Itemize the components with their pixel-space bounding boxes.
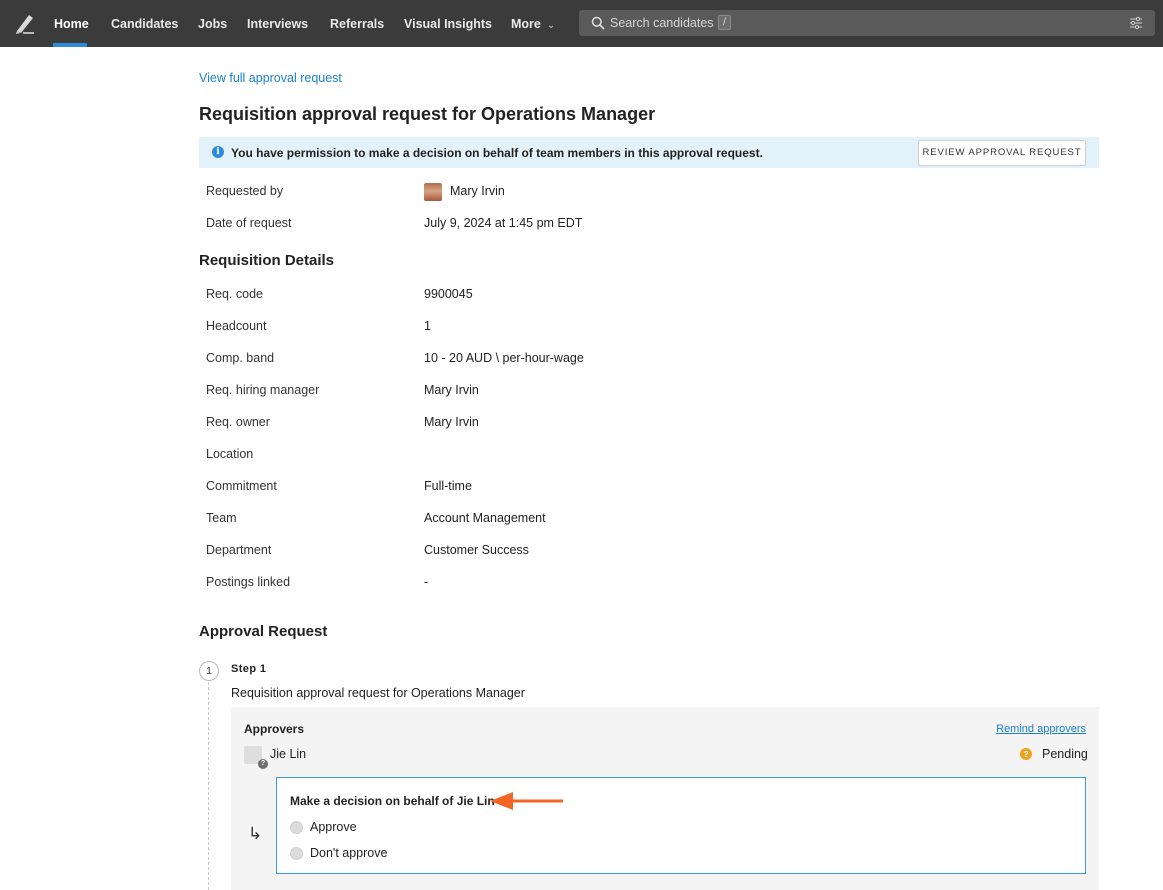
status-badge: Pending	[1042, 747, 1088, 761]
detail-value: 1	[424, 319, 431, 333]
requested-by-value: Mary Irvin	[450, 184, 505, 198]
banner-text: You have permission to make a decision o…	[231, 146, 763, 160]
detail-label: Headcount	[206, 319, 267, 333]
help-badge-icon: ?	[258, 759, 268, 769]
dont-approve-label: Don't approve	[310, 846, 388, 860]
detail-label: Team	[206, 511, 237, 525]
detail-value: 9900045	[424, 287, 473, 301]
annotation-arrow-icon	[490, 792, 563, 810]
search-shortcut-key: /	[718, 15, 731, 30]
detail-label: Department	[206, 543, 272, 557]
detail-label: Req. hiring manager	[206, 383, 320, 397]
requisition-details-heading: Requisition Details	[199, 252, 335, 269]
detail-label: Location	[206, 447, 254, 461]
detail-value: Mary Irvin	[424, 415, 479, 429]
detail-label: Commitment	[206, 479, 277, 493]
detail-value: Customer Success	[424, 543, 529, 557]
date-of-request-label: Date of request	[206, 216, 292, 230]
approvers-panel: Approvers Remind approvers ? Jie Lin ? P…	[231, 707, 1099, 890]
search-icon	[591, 16, 605, 30]
permission-info-banner: i You have permission to make a decision…	[199, 137, 1099, 168]
detail-value: Mary Irvin	[424, 383, 479, 397]
detail-label: Postings linked	[206, 575, 291, 589]
view-full-approval-link[interactable]: View full approval request	[199, 71, 342, 85]
radio-circle[interactable]	[290, 821, 303, 834]
pen-logo-icon[interactable]	[14, 11, 36, 35]
nav-visual-insights[interactable]: Visual Insights	[404, 0, 492, 47]
decision-box: Make a decision on behalf of Jie Lin App…	[276, 777, 1086, 874]
info-icon: i	[212, 146, 224, 158]
remind-approvers-link[interactable]: Remind approvers	[996, 723, 1086, 735]
approvers-heading: Approvers	[244, 722, 305, 736]
detail-label: Req. code	[206, 287, 263, 301]
nav-jobs[interactable]: Jobs	[198, 0, 227, 47]
review-approval-request-button[interactable]: REVIEW APPROVAL REQUEST	[918, 140, 1086, 166]
radio-circle[interactable]	[290, 847, 303, 860]
approver-name: Jie Lin	[270, 747, 307, 761]
nav-more[interactable]: More ⌄	[511, 0, 555, 47]
nav-active-indicator	[53, 43, 87, 47]
detail-value: Account Management	[424, 511, 546, 525]
nav-more-label: More	[511, 17, 541, 31]
detail-value: -	[424, 575, 429, 589]
requested-by-label: Requested by	[206, 184, 284, 198]
search-bar[interactable]: /	[579, 10, 1155, 36]
detail-label: Req. owner	[206, 415, 270, 429]
approve-label: Approve	[310, 820, 357, 834]
step-number-badge: 1	[199, 661, 219, 681]
nav-interviews[interactable]: Interviews	[247, 0, 308, 47]
nav-home[interactable]: Home	[54, 0, 89, 47]
date-of-request-value: July 9, 2024 at 1:45 pm EDT	[424, 216, 583, 230]
chevron-down-icon: ⌄	[546, 20, 556, 31]
step-description: Requisition approval request for Operati…	[231, 686, 525, 700]
top-navigation-bar: Home Candidates Jobs Interviews Referral…	[0, 0, 1163, 47]
nav-candidates[interactable]: Candidates	[111, 0, 178, 47]
approval-request-heading: Approval Request	[199, 623, 328, 640]
step-timeline-line	[208, 682, 209, 890]
return-arrow-icon: ↳	[248, 824, 263, 843]
nav-referrals[interactable]: Referrals	[330, 0, 384, 47]
detail-value: 10 - 20 AUD \ per-hour-wage	[424, 351, 584, 365]
page-title: Requisition approval request for Operati…	[199, 104, 656, 124]
decision-heading: Make a decision on behalf of Jie Lin	[290, 794, 495, 808]
pending-status-icon: ?	[1020, 748, 1032, 760]
avatar	[424, 183, 442, 201]
sliders-icon[interactable]	[1129, 16, 1143, 30]
detail-value: Full-time	[424, 479, 472, 493]
step-label: Step 1	[231, 663, 267, 675]
detail-label: Comp. band	[206, 351, 275, 365]
